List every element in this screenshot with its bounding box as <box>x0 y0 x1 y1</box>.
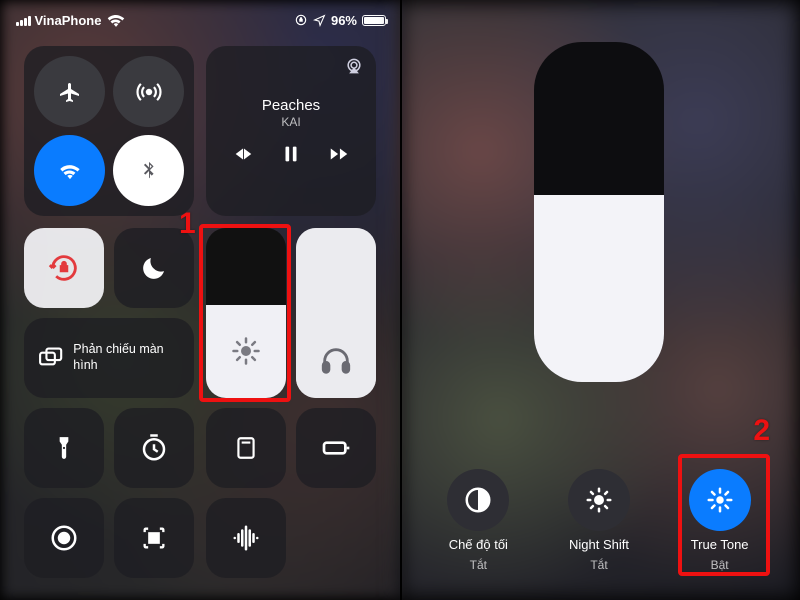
wifi-icon <box>57 158 83 184</box>
brightness-slider-large[interactable] <box>534 42 664 382</box>
cellular-icon <box>136 79 162 105</box>
next-button[interactable] <box>328 143 350 165</box>
dark-mode-sub: Tắt <box>470 558 487 572</box>
true-tone-label: True Tone <box>691 537 749 552</box>
music-controls <box>232 143 350 165</box>
airplane-mode-toggle[interactable] <box>34 56 105 127</box>
brightness-detail-panel: Chế độ tối Tắt Night Shift Tắt True Tone… <box>400 2 798 598</box>
orientation-lock-icon <box>47 251 81 285</box>
true-tone-sub: Bật <box>711 558 729 572</box>
headphones-icon <box>319 344 353 378</box>
battery-pct: 96% <box>331 13 357 28</box>
screen-mirroring-button[interactable]: Phản chiếu màn hình <box>24 318 194 398</box>
track-artist: KAI <box>281 115 300 129</box>
sun-bars-icon <box>705 485 735 515</box>
timer-icon <box>139 433 169 463</box>
screen-mirror-label: Phản chiếu màn hình <box>73 342 180 373</box>
carrier-label: VinaPhone <box>35 13 102 28</box>
location-icon <box>313 14 326 27</box>
flashlight-icon <box>51 435 77 461</box>
panel-divider <box>400 0 402 600</box>
volume-fill <box>296 228 376 398</box>
dark-mode-button[interactable]: Chế độ tối Tắt <box>447 469 509 572</box>
battery-icon <box>362 15 386 26</box>
volume-slider[interactable] <box>296 228 376 398</box>
display-options-row: Chế độ tối Tắt Night Shift Tắt True Tone… <box>400 469 798 572</box>
airplane-icon <box>58 80 82 104</box>
brightness-slider[interactable] <box>206 228 286 398</box>
orientation-lock-status-icon <box>294 13 308 27</box>
qr-scan-button[interactable] <box>114 498 194 578</box>
dark-mode-label: Chế độ tối <box>449 537 508 552</box>
moon-icon <box>139 253 169 283</box>
sun-simple-icon <box>584 485 614 515</box>
calculator-button[interactable] <box>206 408 286 488</box>
sound-recognition-button[interactable] <box>206 498 286 578</box>
timer-button[interactable] <box>114 408 194 488</box>
wifi-toggle[interactable] <box>34 135 105 206</box>
airplay-icon[interactable] <box>344 56 364 76</box>
calculator-icon <box>233 435 259 461</box>
bluetooth-toggle[interactable] <box>113 135 184 206</box>
connectivity-group <box>24 46 194 216</box>
waveform-icon <box>231 523 261 553</box>
control-center-panel: VinaPhone 96% <box>2 2 400 598</box>
true-tone-button[interactable]: True Tone Bật <box>689 469 751 572</box>
night-shift-button[interactable]: Night Shift Tắt <box>568 469 630 572</box>
low-power-button[interactable] <box>296 408 376 488</box>
pause-button[interactable] <box>280 143 302 165</box>
night-shift-sub: Tắt <box>590 558 607 572</box>
now-playing-tile[interactable]: Peaches KAI <box>206 46 376 216</box>
orientation-lock-toggle[interactable] <box>24 228 104 308</box>
annotation-label-2: 2 <box>753 414 770 448</box>
battery-tile-icon <box>320 432 352 464</box>
brightness-fill <box>206 305 286 399</box>
screen-record-button[interactable] <box>24 498 104 578</box>
status-bar: VinaPhone 96% <box>2 8 400 32</box>
sun-icon <box>231 336 261 366</box>
cellular-data-toggle[interactable] <box>113 56 184 127</box>
screen-mirror-icon <box>38 344 63 372</box>
half-circle-icon <box>463 485 493 515</box>
do-not-disturb-toggle[interactable] <box>114 228 194 308</box>
night-shift-label: Night Shift <box>569 537 629 552</box>
flashlight-button[interactable] <box>24 408 104 488</box>
brightness-large-fill <box>534 195 664 382</box>
brightness-empty <box>206 228 286 305</box>
signal-icon <box>16 15 31 26</box>
prev-button[interactable] <box>232 143 254 165</box>
qr-icon <box>140 524 168 552</box>
wifi-status-icon <box>105 9 127 31</box>
record-icon <box>49 523 79 553</box>
bluetooth-icon <box>138 160 160 182</box>
track-title: Peaches <box>262 97 320 114</box>
